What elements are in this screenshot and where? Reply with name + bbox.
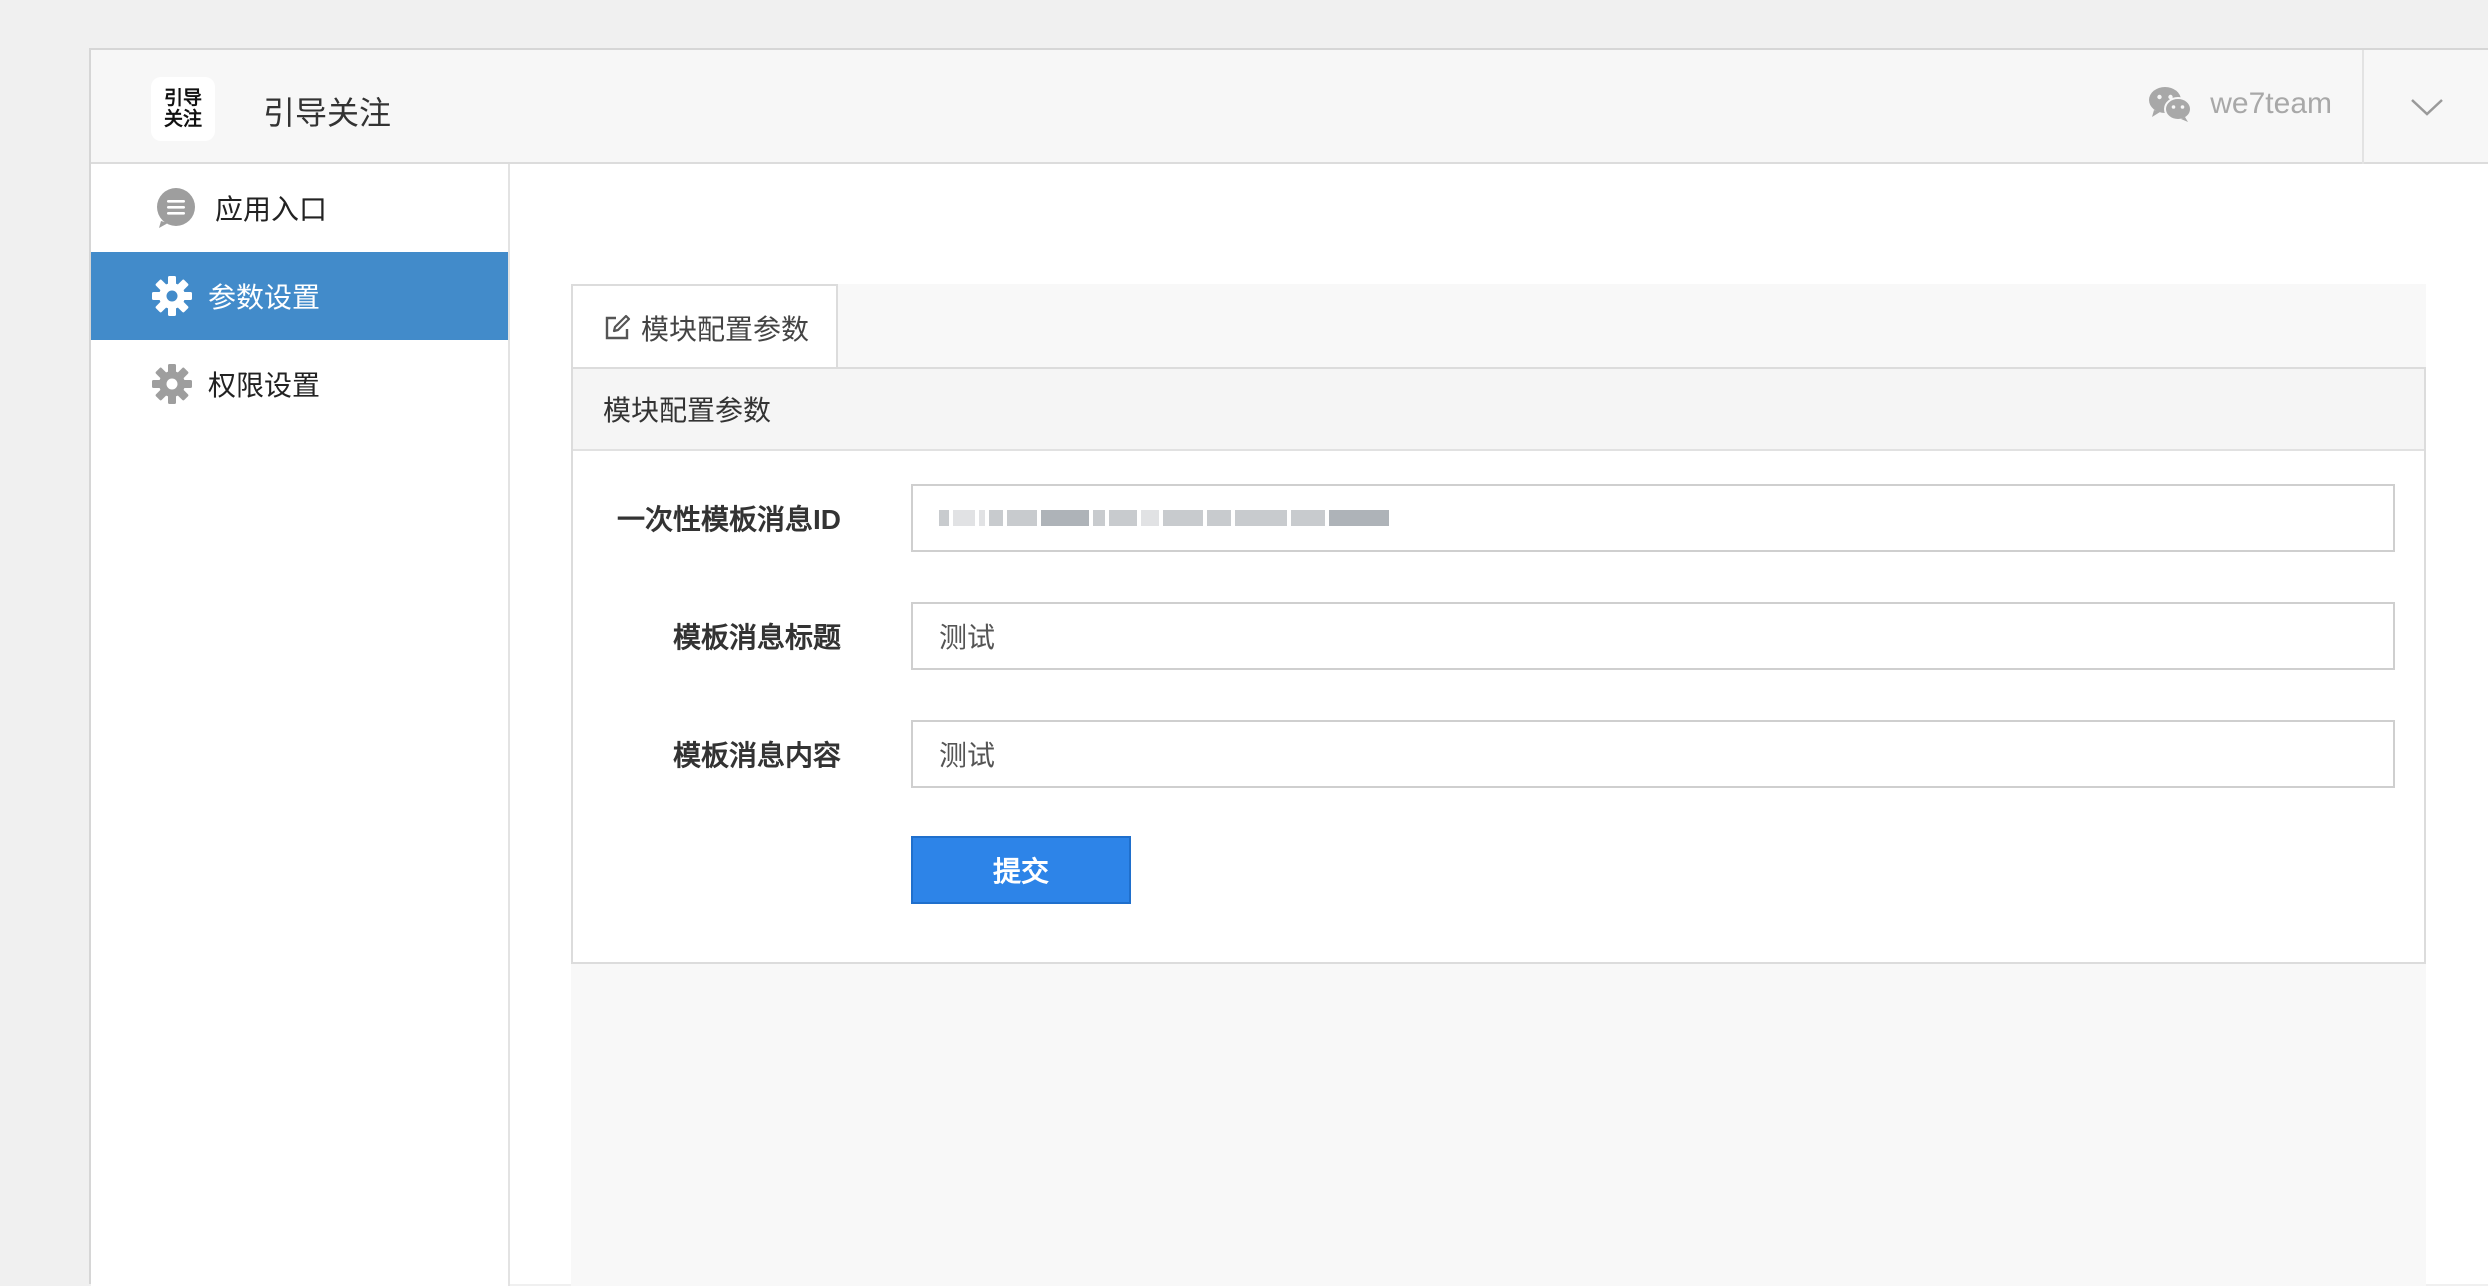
logo-line-1: 引导 [163,87,202,109]
content-label: 模板消息内容 [672,740,841,771]
edit-icon [605,314,631,339]
gear-icon [152,364,192,404]
form-row-template-id: 一次性模板消息ID [573,484,2424,552]
sidebar-item-label: 应用入口 [215,194,328,225]
sidebar-item-app-entry[interactable]: 应用入口 [91,164,508,252]
main-panel: 模块配置参数 模块配置参数 一次性模板消息ID 模板消息标题 测试 模板消息内容… [571,284,2426,1286]
gear-icon [152,276,192,316]
template-id-label: 一次性模板消息ID [616,504,841,535]
template-id-input[interactable] [911,484,2395,552]
form-row-title: 模板消息标题 测试 [573,602,2424,670]
title-input[interactable]: 测试 [911,602,2395,670]
app-logo: 引导 关注 [151,77,215,141]
sidebar-item-params[interactable]: 参数设置 [91,252,508,340]
chat-bubble-icon [157,188,195,228]
top-header: 引导 关注 引导关注 we7team [91,50,2488,164]
account-menu[interactable]: we7team [2148,84,2332,124]
app-title: 引导关注 [263,95,392,131]
sidebar-item-label: 参数设置 [208,282,321,313]
form-row-content: 模板消息内容 测试 [573,720,2424,788]
tab-module-config[interactable]: 模块配置参数 [571,284,838,369]
content-input[interactable]: 测试 [911,720,2395,788]
redacted-value [939,506,1389,530]
chevron-down-icon [2411,99,2443,116]
app-frame: 引导 关注 引导关注 we7team 应用入口 参数设置 权限设置 模块配置参数… [89,48,2488,1286]
sidebar-item-label: 权限设置 [208,370,321,401]
submit-button[interactable]: 提交 [911,836,1131,904]
config-card: 模块配置参数 一次性模板消息ID 模板消息标题 测试 模板消息内容 测试 提交 [571,367,2426,964]
header-dropdown-toggle[interactable] [2364,50,2488,164]
card-heading: 模块配置参数 [573,369,2424,451]
account-name: we7team [2210,87,2332,120]
sidebar: 应用入口 参数设置 权限设置 [91,164,510,1286]
sidebar-item-permissions[interactable]: 权限设置 [91,340,508,428]
wechat-icon [2149,87,2193,122]
title-label: 模板消息标题 [672,622,841,653]
logo-line-2: 关注 [163,108,202,130]
tab-label: 模块配置参数 [641,313,810,345]
